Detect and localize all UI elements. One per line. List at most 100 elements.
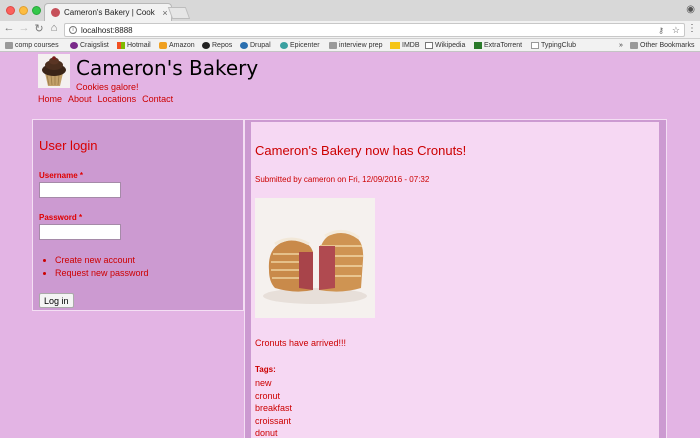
tags-label: Tags: <box>255 365 276 374</box>
bookmark-label: Drupal <box>250 42 271 49</box>
bookmark-star-icon[interactable]: ☆ <box>672 25 680 36</box>
reload-icon[interactable]: ↻ <box>33 22 45 35</box>
github-icon <box>202 42 210 49</box>
epicenter-icon <box>280 42 288 49</box>
tag-link-breakfast[interactable]: breakfast <box>255 403 292 413</box>
menu-link-locations[interactable]: Locations <box>98 94 137 104</box>
login-links: Create new account Request new password <box>55 255 149 281</box>
page-body: Cameron's Bakery Cookies galore! Home Ab… <box>0 53 700 438</box>
username-input[interactable] <box>39 182 121 198</box>
submitted-by: Submitted by cameron on Fri, 12/09/2016 … <box>255 175 430 184</box>
site-name[interactable]: Cameron's Bakery <box>76 56 258 80</box>
drupal-icon <box>240 42 248 49</box>
browser-menu-icon[interactable]: ⋮ <box>687 23 697 34</box>
address-bar[interactable]: i localhost:8888 ⚷ ☆ <box>64 23 685 37</box>
home-icon[interactable]: ⌂ <box>48 22 60 34</box>
bookmark-label: Wikipedia <box>435 42 466 49</box>
browser-toolbar: ← → ↻ ⌂ i localhost:8888 ⚷ ☆ ⋮ <box>0 21 700 39</box>
bookmark-hotmail[interactable]: Hotmail <box>117 40 151 51</box>
cupcake-favicon-icon <box>51 8 60 17</box>
imdb-icon <box>390 42 400 49</box>
menu-link-about[interactable]: About <box>68 94 92 104</box>
incognito-profile-icon[interactable]: ◉ <box>686 4 695 15</box>
address-url[interactable]: localhost:8888 <box>81 26 654 35</box>
folder-icon <box>630 42 638 49</box>
tab-title: Cameron's Bakery | Cookies ga... <box>64 8 155 17</box>
login-title: User login <box>39 138 98 153</box>
log-in-button[interactable]: Log in <box>39 293 74 308</box>
node-article: Cameron's Bakery now has Cronuts! Submit… <box>251 122 659 438</box>
bookmark-other-bookmarks[interactable]: Other Bookmarks <box>630 40 694 51</box>
tag-link-donut[interactable]: donut <box>255 428 278 438</box>
bookmark-interview-prep[interactable]: interview prep <box>329 40 383 51</box>
extratorrent-icon <box>474 42 482 49</box>
browser-tab-bar: Cameron's Bakery | Cookies ga... × ◉ <box>0 0 700 21</box>
bookmark-label: Amazon <box>169 42 195 49</box>
bookmark-label: Hotmail <box>127 42 151 49</box>
bookmark-label: interview prep <box>339 42 383 49</box>
forward-arrow-icon[interactable]: → <box>18 22 30 34</box>
cronut-photo <box>255 198 375 318</box>
minimize-window-button[interactable] <box>19 6 28 15</box>
bookmark-typingclub[interactable]: TypingClub <box>531 40 576 51</box>
bookmark-extratorrent[interactable]: ExtraTorrent <box>474 40 522 51</box>
bookmark-label: Other Bookmarks <box>640 42 695 49</box>
list-item: Create new account <box>55 255 149 265</box>
cupcake-logo-icon <box>38 54 70 88</box>
close-window-button[interactable] <box>6 6 15 15</box>
site-logo[interactable] <box>38 54 70 88</box>
username-label: Username * <box>39 171 84 180</box>
bookmark-repos[interactable]: Repos <box>202 40 232 51</box>
list-item: new <box>255 377 292 390</box>
back-arrow-icon[interactable]: ← <box>3 22 15 34</box>
list-item: Request new password <box>55 268 149 278</box>
bookmark-label: Craigslist <box>80 42 109 49</box>
main-menu: Home About Locations Contact <box>38 94 173 104</box>
node-body: Cronuts have arrived!!! <box>255 338 347 348</box>
browser-tab[interactable]: Cameron's Bakery | Cookies ga... × <box>44 3 172 21</box>
password-label: Password * <box>39 213 83 222</box>
tag-link-cronut[interactable]: cronut <box>255 391 280 401</box>
key-icon[interactable]: ⚷ <box>658 26 664 35</box>
list-item: cronut <box>255 390 292 403</box>
bookmark-label: Epicenter <box>290 42 320 49</box>
menu-link-contact[interactable]: Contact <box>142 94 173 104</box>
bookmarks-bar: comp courses Craigslist Hotmail Amazon R… <box>0 39 700 52</box>
user-login-block: User login Username * Password * Create … <box>32 119 244 311</box>
folder-icon <box>5 42 13 49</box>
create-account-link[interactable]: Create new account <box>55 255 135 265</box>
bookmark-label: comp courses <box>15 42 59 49</box>
bookmark-epicenter[interactable]: Epicenter <box>280 40 320 51</box>
list-item: croissant <box>255 415 292 428</box>
wikipedia-icon <box>425 42 433 49</box>
craigslist-icon <box>70 42 78 49</box>
overflow-chevron-icon: » <box>619 42 623 49</box>
bookmark-imdb[interactable]: IMDB <box>390 40 420 51</box>
tag-list: new cronut breakfast croissant donut <box>255 377 292 438</box>
bookmark-label: TypingClub <box>541 42 577 49</box>
new-tab-button[interactable] <box>167 7 191 19</box>
maximize-window-button[interactable] <box>32 6 41 15</box>
bookmark-craigslist[interactable]: Craigslist <box>70 40 109 51</box>
tag-link-new[interactable]: new <box>255 378 272 388</box>
cronut-image <box>255 198 375 318</box>
bookmark-amazon[interactable]: Amazon <box>159 40 195 51</box>
bookmark-label: ExtraTorrent <box>484 42 523 49</box>
list-item: breakfast <box>255 402 292 415</box>
page-icon <box>531 42 539 49</box>
bookmark-label: Repos <box>212 42 233 49</box>
node-title[interactable]: Cameron's Bakery now has Cronuts! <box>255 143 466 158</box>
bookmarks-overflow[interactable]: » <box>619 40 623 51</box>
bookmark-drupal[interactable]: Drupal <box>240 40 271 51</box>
folder-icon <box>329 42 337 49</box>
bookmark-label: IMDB <box>402 42 420 49</box>
request-password-link[interactable]: Request new password <box>55 268 149 278</box>
info-icon[interactable]: i <box>69 26 77 34</box>
menu-link-home[interactable]: Home <box>38 94 62 104</box>
list-item: donut <box>255 427 292 438</box>
bookmark-comp-courses[interactable]: comp courses <box>5 40 59 51</box>
password-input[interactable] <box>39 224 121 240</box>
tag-link-croissant[interactable]: croissant <box>255 416 291 426</box>
hotmail-icon <box>117 42 125 49</box>
bookmark-wikipedia[interactable]: Wikipedia <box>425 40 465 51</box>
